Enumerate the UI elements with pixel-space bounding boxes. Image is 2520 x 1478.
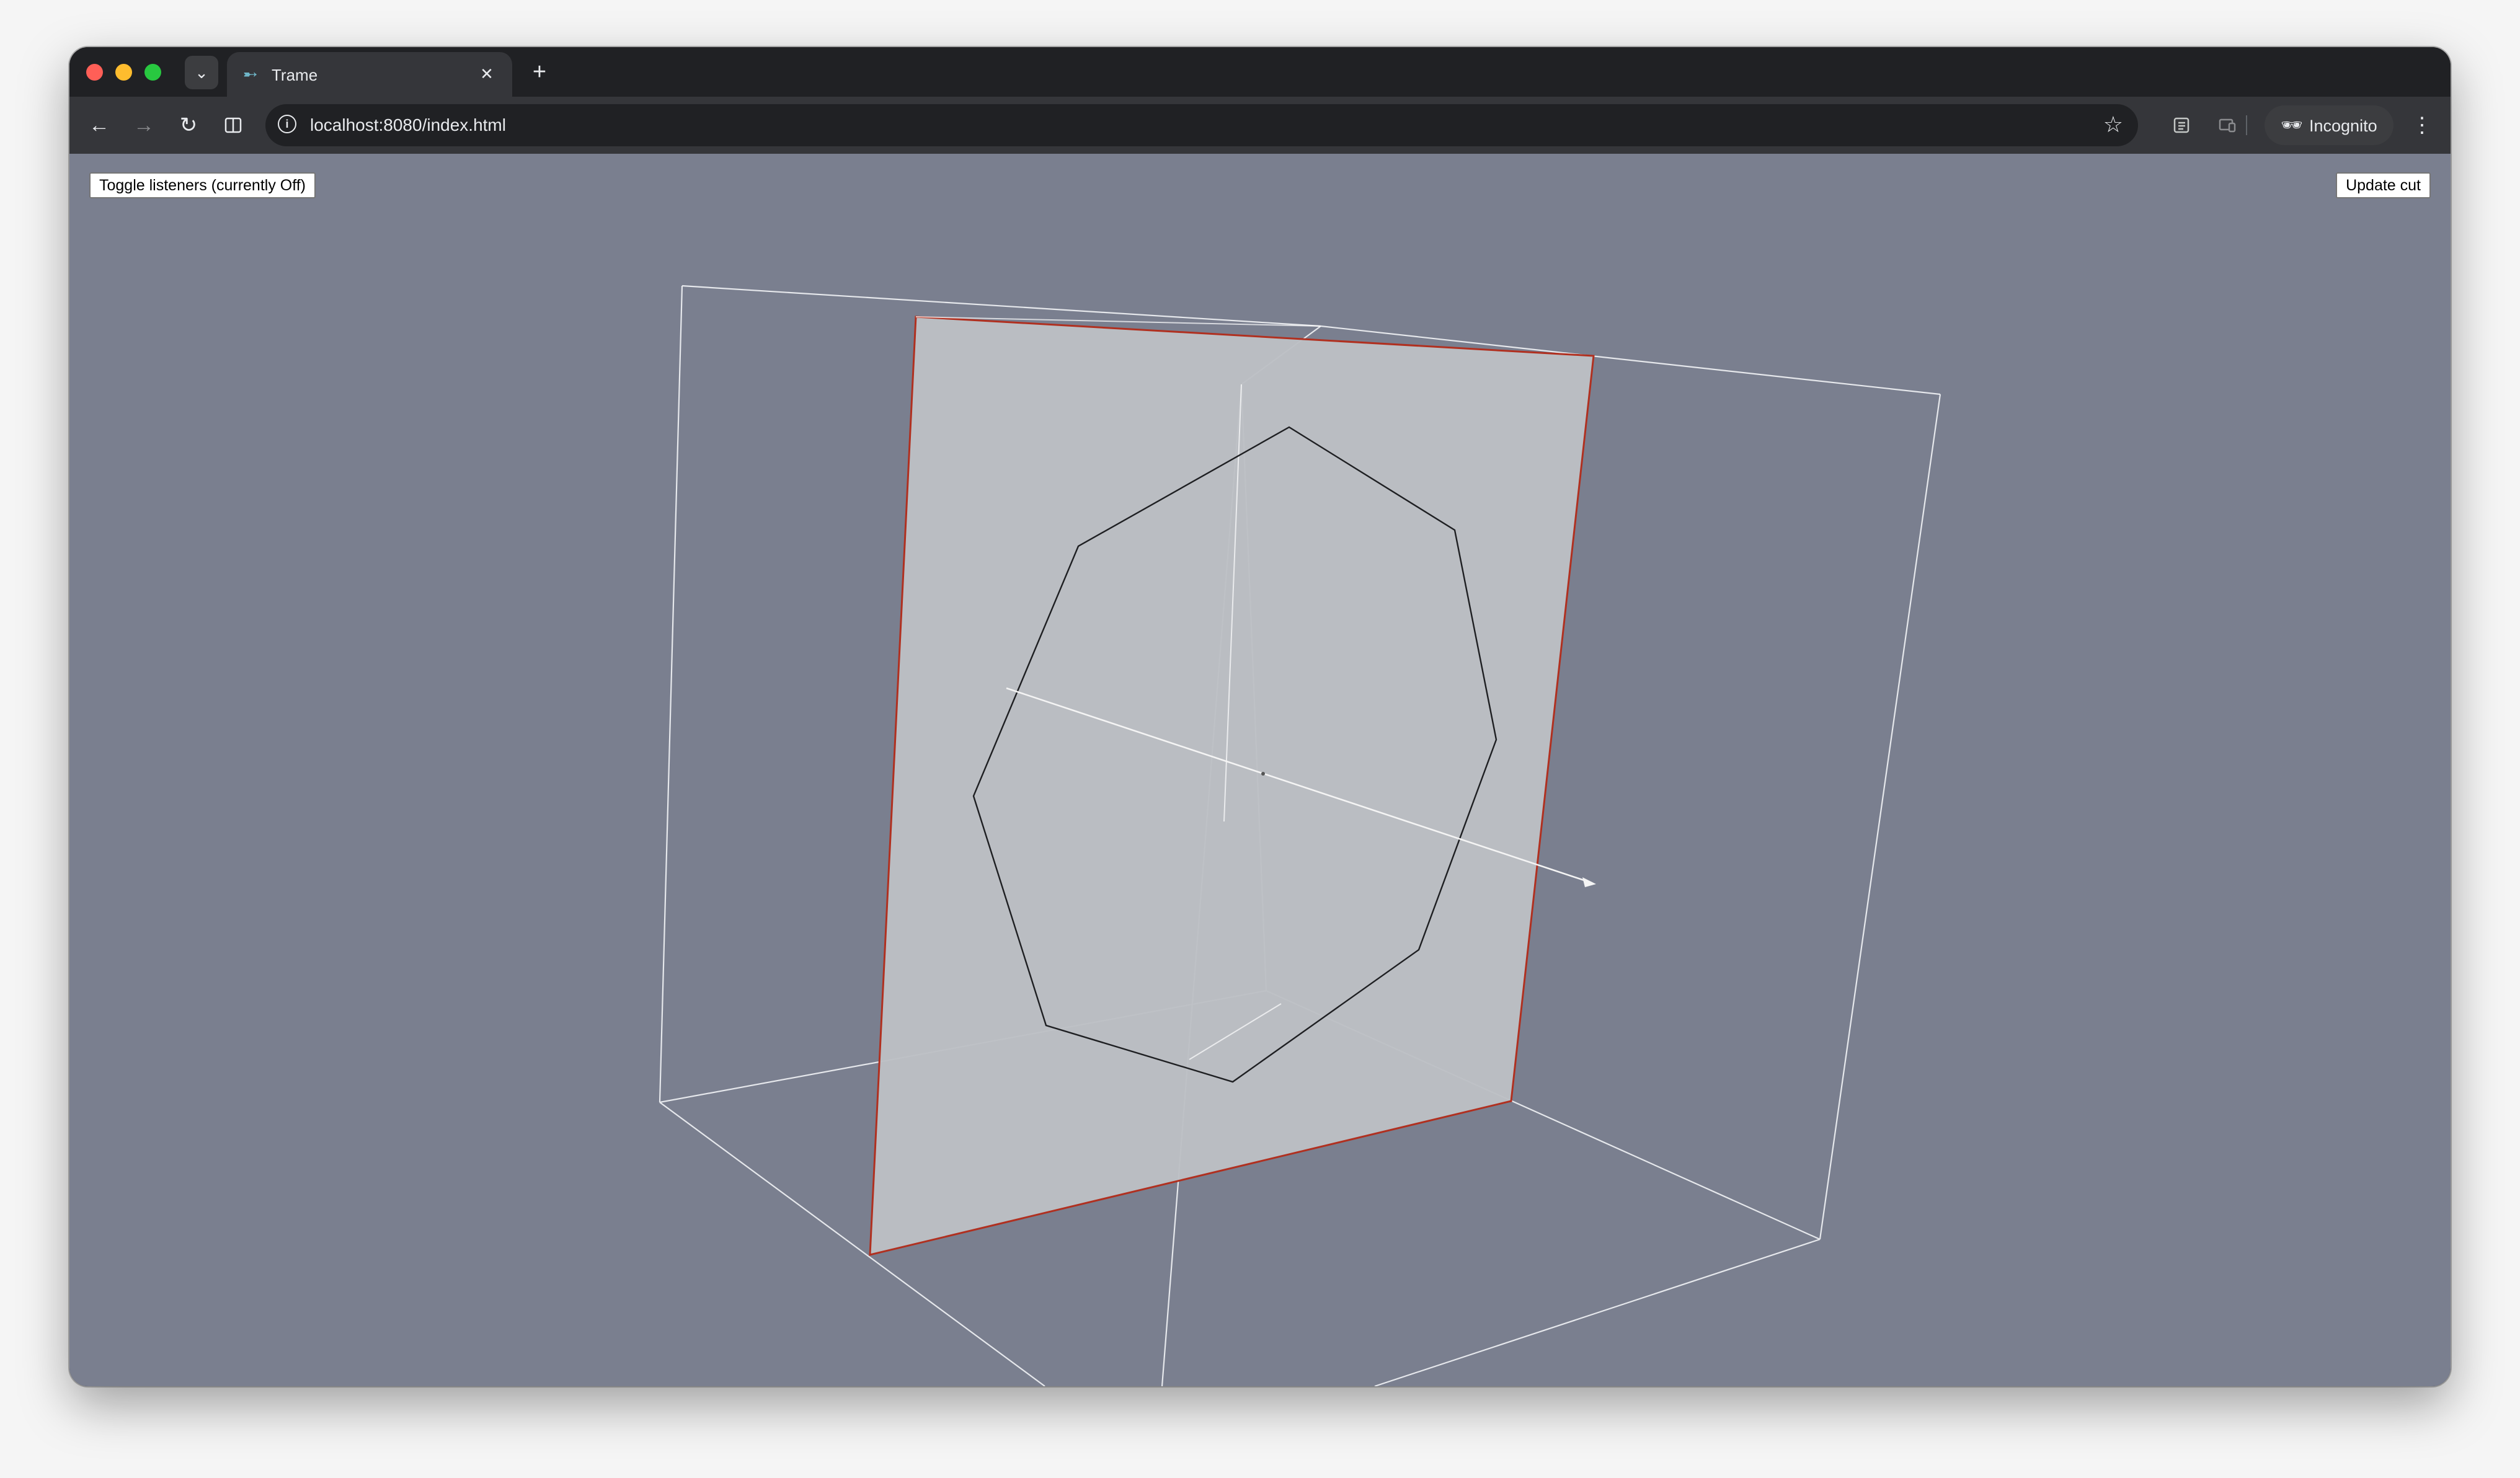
reading-list-button[interactable] (2168, 112, 2195, 139)
close-window-button[interactable] (86, 64, 103, 81)
cast-button[interactable] (2214, 112, 2241, 139)
plus-icon: + (532, 58, 547, 85)
outline-edge (681, 285, 1321, 327)
forward-arrow-icon: → (133, 113, 154, 137)
forward-button[interactable]: → (129, 110, 159, 140)
close-icon: ✕ (480, 64, 494, 83)
split-view-button[interactable] (218, 110, 248, 140)
incognito-label: Incognito (2309, 117, 2377, 135)
cast-icon (2219, 118, 2236, 133)
incognito-icon: 🕶 (2281, 115, 2303, 135)
maximize-window-button[interactable] (144, 64, 161, 81)
title-bar: ⌄ ➸ Trame ✕ + (69, 47, 2451, 97)
minimize-window-button[interactable] (115, 64, 132, 81)
back-arrow-icon: ← (89, 113, 110, 137)
info-icon[interactable]: i (278, 115, 296, 133)
browser-tab[interactable]: ➸ Trame ✕ (227, 52, 512, 97)
split-view-icon (224, 117, 242, 133)
reload-button[interactable]: ↻ (174, 110, 203, 140)
outline-edge (1374, 1238, 1821, 1386)
url-text[interactable]: localhost:8080/index.html (310, 115, 506, 135)
plane-origin-handle[interactable] (1261, 772, 1265, 776)
tab-search-button[interactable]: ⌄ (185, 56, 218, 89)
reading-list-icon (2173, 117, 2189, 133)
tab-title: Trame (272, 66, 318, 84)
vtk-scene[interactable] (69, 154, 2451, 1386)
address-bar[interactable]: i localhost:8080/index.html ☆ (265, 104, 2138, 146)
star-icon[interactable]: ☆ (2103, 112, 2123, 138)
tab-close-button[interactable]: ✕ (475, 62, 499, 86)
trame-logo-icon: ➸ (243, 64, 258, 84)
browser-toolbar: ← → ↻ i localhost:8080/index.html ☆ 🕶 In… (69, 97, 2451, 154)
incognito-badge[interactable]: 🕶 Incognito (2265, 105, 2394, 145)
kebab-menu-icon: ⋮ (2411, 113, 2433, 137)
toggle-listeners-button[interactable]: Toggle listeners (currently Off) (89, 172, 316, 198)
update-cut-button[interactable]: Update cut (2336, 172, 2431, 198)
new-tab-button[interactable]: + (523, 56, 556, 88)
back-button[interactable]: ← (84, 110, 114, 140)
trame-render-view[interactable]: Toggle listeners (currently Off) Update … (69, 154, 2451, 1386)
browser-window: ⌄ ➸ Trame ✕ + ← → ↻ i localhost:8080/ind… (69, 47, 2451, 1386)
chevron-down-icon: ⌄ (195, 63, 208, 82)
outline-edge (659, 285, 683, 1103)
reload-icon: ↻ (179, 113, 198, 137)
browser-menu-button[interactable]: ⋮ (2408, 110, 2436, 140)
normal-arrow-head[interactable] (1582, 877, 1596, 887)
toolbar-divider (2246, 115, 2247, 135)
outline-edge (1819, 394, 1941, 1240)
